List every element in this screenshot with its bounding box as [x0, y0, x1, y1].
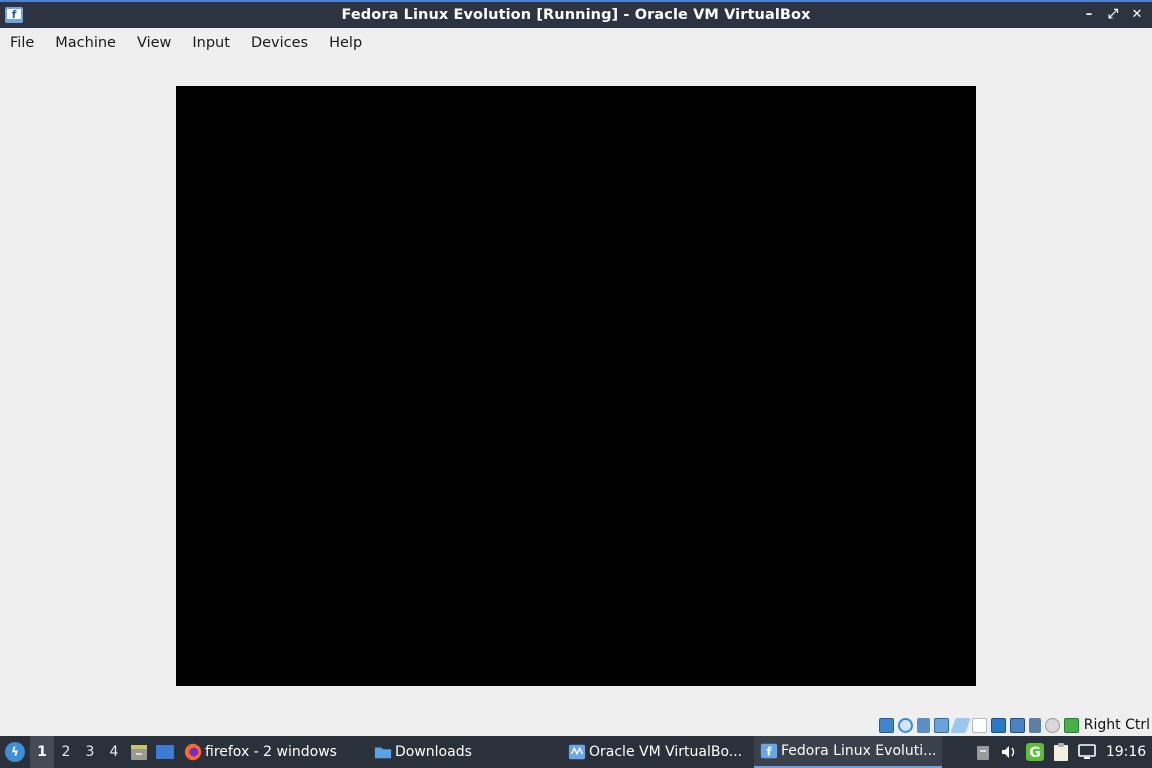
task-label: Oracle VM VirtualBo...	[589, 744, 743, 760]
minimize-button[interactable]: –	[1080, 6, 1098, 24]
audio-icon[interactable]	[916, 717, 930, 733]
shared-folders-icon[interactable]	[971, 717, 987, 733]
mouse-integration-icon[interactable]	[1044, 717, 1060, 733]
svg-text:G: G	[1029, 745, 1041, 761]
vm-status-bar: Right Ctrl	[878, 714, 1152, 736]
cpu-icon[interactable]	[1028, 717, 1041, 733]
task-label: Downloads	[395, 744, 472, 760]
network-wired-icon[interactable]	[1076, 741, 1098, 763]
vm-display[interactable]	[176, 86, 976, 686]
desktop-4[interactable]: 4	[102, 736, 126, 768]
menu-devices[interactable]: Devices	[251, 35, 308, 51]
trash-icon[interactable]	[972, 741, 994, 763]
volume-icon[interactable]	[998, 741, 1020, 763]
keyboard-capture-icon[interactable]	[1063, 717, 1079, 733]
file-cabinet-icon	[131, 745, 147, 760]
firefox-icon	[184, 743, 202, 761]
virtualbox-icon	[568, 744, 586, 760]
lxqt-logo-icon: ϟ	[5, 742, 25, 762]
svg-text:f: f	[766, 745, 772, 759]
usb-icon[interactable]	[950, 717, 971, 733]
task-virtualbox-manager[interactable]: Oracle VM VirtualBo...	[562, 736, 754, 768]
g-icon[interactable]: G	[1024, 741, 1046, 763]
menu-view[interactable]: View	[137, 35, 171, 51]
task-fedora-vm[interactable]: f Fedora Linux Evoluti...	[754, 736, 942, 768]
taskbar: ϟ 1 2 3 4 firefox - 2 windows Downloads	[0, 736, 1152, 768]
virtualbox-fedora-icon: f	[5, 7, 23, 23]
desktop-2[interactable]: 2	[54, 736, 78, 768]
quicklaunch-show-desktop[interactable]	[152, 736, 178, 768]
desktop-icon	[156, 745, 174, 759]
start-menu-button[interactable]: ϟ	[0, 736, 30, 768]
menu-file[interactable]: File	[10, 35, 34, 51]
close-button[interactable]: ✕	[1128, 6, 1146, 24]
window-title: Fedora Linux Evolution [Running] - Oracl…	[341, 7, 811, 23]
folder-icon	[374, 747, 392, 759]
task-label: firefox - 2 windows	[205, 744, 337, 760]
host-key-label: Right Ctrl	[1083, 717, 1150, 733]
maximize-button[interactable]: ⤢	[1104, 6, 1122, 24]
quicklaunch-file-manager[interactable]	[126, 736, 152, 768]
task-firefox[interactable]: firefox - 2 windows	[178, 736, 368, 768]
desktop-3[interactable]: 3	[78, 736, 102, 768]
display-icon[interactable]	[990, 717, 1006, 733]
desktop-switcher: 1 2 3 4	[30, 736, 126, 768]
system-tray: G 19:16	[970, 736, 1152, 768]
task-downloads[interactable]: Downloads	[368, 736, 562, 768]
clipboard-icon[interactable]	[1050, 741, 1072, 763]
task-label: Fedora Linux Evoluti...	[781, 743, 937, 759]
recording-icon[interactable]	[1009, 717, 1025, 733]
window-titlebar[interactable]: f Fedora Linux Evolution [Running] - Ora…	[0, 0, 1152, 28]
menu-help[interactable]: Help	[329, 35, 362, 51]
menu-machine[interactable]: Machine	[55, 35, 116, 51]
svg-text:f: f	[12, 8, 17, 21]
optical-drive-icon[interactable]	[897, 717, 913, 733]
clock[interactable]: 19:16	[1100, 744, 1152, 760]
desktop-1[interactable]: 1	[30, 736, 54, 768]
menu-bar: File Machine View Input Devices Help	[0, 28, 1152, 57]
virtualbox-fedora-icon: f	[760, 743, 778, 759]
network-icon[interactable]	[933, 717, 949, 733]
window-controls: – ⤢ ✕	[1080, 6, 1146, 24]
menu-input[interactable]: Input	[192, 35, 230, 51]
hard-disk-icon[interactable]	[878, 717, 894, 733]
